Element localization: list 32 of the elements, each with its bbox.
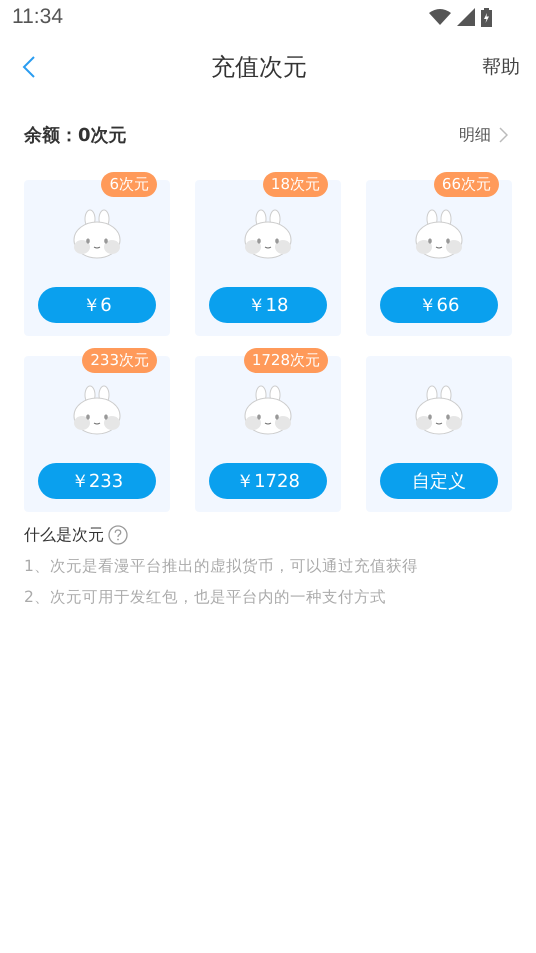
rabbit-icon	[73, 385, 121, 435]
amount-badge: 18次元	[262, 172, 328, 197]
rabbit-icon	[244, 385, 292, 435]
info-text: 1、次元是看漫平台推出的虚拟货币，可以通过充值获得	[24, 556, 419, 577]
chevron-right-icon	[499, 127, 508, 143]
detail-link[interactable]: 明细	[459, 124, 508, 146]
info-title: 什么是次元	[24, 524, 104, 546]
price-button[interactable]: ￥6	[38, 287, 156, 323]
rabbit-icon	[415, 385, 463, 435]
info-text: 2、次元可用于发红包，也是平台内的一种支付方式	[24, 587, 387, 608]
amount-badge: 6次元	[101, 172, 157, 197]
status-time: 11:34	[12, 5, 63, 29]
price-button[interactable]: 自定义	[380, 463, 498, 499]
help-link[interactable]: 帮助	[482, 54, 520, 80]
amount-badge: 66次元	[434, 172, 499, 197]
rabbit-icon	[415, 209, 463, 259]
price-button[interactable]: ￥18	[209, 287, 327, 323]
rabbit-icon	[244, 209, 292, 259]
signal-icon	[457, 8, 475, 26]
price-button[interactable]: ￥66	[380, 287, 498, 323]
rabbit-icon	[73, 209, 121, 259]
amount-badge: 233次元	[82, 348, 157, 373]
back-icon[interactable]	[22, 55, 36, 79]
package-card[interactable]: 自定义	[366, 356, 512, 512]
balance-text: 余额：0次元	[24, 124, 127, 147]
price-button[interactable]: ￥233	[38, 463, 156, 499]
page-title: 充值次元	[211, 52, 307, 83]
battery-icon	[481, 8, 492, 26]
wifi-icon	[429, 9, 451, 25]
amount-badge: 1728次元	[244, 348, 328, 373]
help-icon[interactable]	[108, 525, 128, 545]
price-button[interactable]: ￥1728	[209, 463, 327, 499]
